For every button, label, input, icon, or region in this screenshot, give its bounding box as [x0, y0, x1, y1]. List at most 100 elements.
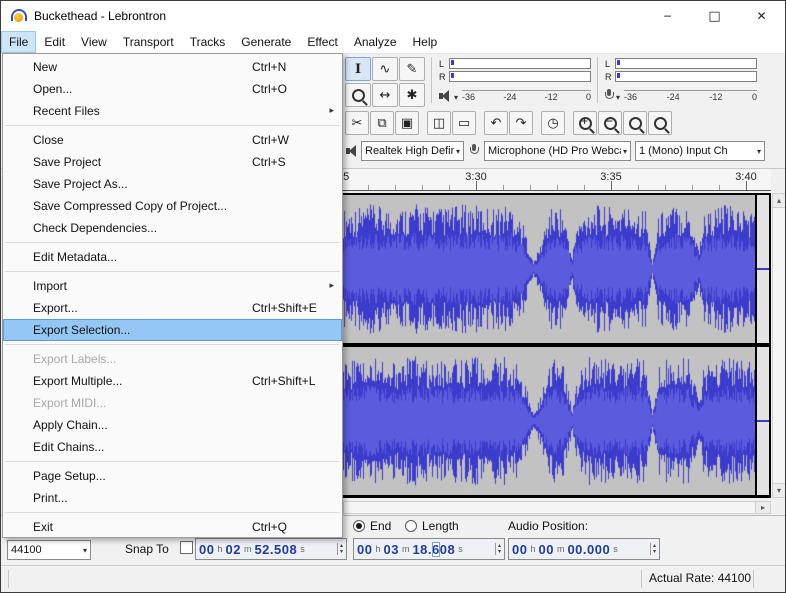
length-radio[interactable]	[405, 520, 417, 532]
paste-button[interactable]: ▣	[395, 111, 419, 135]
waveform-flat-line	[757, 420, 769, 422]
menu-item-check-dependencies[interactable]: Check Dependencies...	[3, 217, 342, 239]
menu-effect[interactable]: Effect	[299, 31, 345, 53]
selection-start-field[interactable]: 00h02m52.508s ▴▾	[195, 538, 347, 560]
menu-item-recent-files[interactable]: Recent Files▸	[3, 100, 342, 122]
waveform-channel-left[interactable]	[343, 195, 755, 343]
menu-item-close[interactable]: CloseCtrl+W	[3, 129, 342, 151]
waveform-channel-right[interactable]	[343, 347, 755, 495]
envelope-tool-button[interactable]: ∿	[372, 57, 398, 81]
toolbar-separator	[597, 57, 598, 103]
sync-lock-button[interactable]: ◷	[541, 111, 565, 135]
input-channels-select[interactable]: 1 (Mono) Input Ch▾	[635, 141, 765, 161]
menu-item-open[interactable]: Open...Ctrl+O	[3, 78, 342, 100]
input-device-select[interactable]: Microphone (HD Pro Webcam C▾	[484, 141, 631, 161]
menu-tracks[interactable]: Tracks	[182, 31, 234, 53]
track-right-border	[769, 193, 771, 498]
timeline-ruler[interactable]: 25 3:30 3:35 3:40	[343, 169, 771, 191]
recording-meter[interactable]: L R ▾ -36-24-120	[605, 57, 757, 103]
menu-generate[interactable]: Generate	[233, 31, 299, 53]
envelope-tool-icon: ∿	[380, 62, 391, 77]
copy-button[interactable]: ⧉	[370, 111, 394, 135]
scroll-up-button[interactable]: ▴	[773, 194, 785, 208]
maximize-button[interactable]: □	[691, 1, 738, 31]
timeshift-tool-button[interactable]: ↔	[372, 83, 398, 107]
menu-item-save-project[interactable]: Save ProjectCtrl+S	[3, 151, 342, 173]
menu-analyze[interactable]: Analyze	[346, 31, 405, 53]
end-radio[interactable]	[353, 520, 365, 532]
meter-scale: -36-24-120	[624, 90, 757, 102]
project-rate-select[interactable]: 44100▾	[7, 540, 91, 560]
selection-end-boundary[interactable]	[755, 193, 757, 498]
menu-help[interactable]: Help	[405, 31, 446, 53]
audio-position-field[interactable]: 00h00m00.000s ▴▾	[508, 538, 660, 560]
track-bottom-border	[343, 495, 771, 498]
menu-item-export-selection[interactable]: Export Selection...	[3, 319, 342, 341]
cut-button[interactable]: ✂	[345, 111, 369, 135]
waveform-unselected-left[interactable]	[757, 195, 769, 343]
menu-item-import[interactable]: Import▸	[3, 275, 342, 297]
app-icon	[10, 8, 26, 24]
scale-label: -12	[709, 92, 722, 102]
fit-selection-icon	[629, 117, 642, 130]
zoom-in-button[interactable]: +	[573, 111, 597, 135]
menu-item-edit-chains[interactable]: Edit Chains...	[3, 436, 342, 458]
horizontal-scrollbar[interactable]: ▸	[343, 501, 771, 514]
unit-h: h	[375, 544, 380, 554]
menu-transport[interactable]: Transport	[115, 31, 182, 53]
menu-view[interactable]: View	[73, 31, 115, 53]
menu-item-export[interactable]: Export...Ctrl+Shift+E	[3, 297, 342, 319]
spinner-down-icon[interactable]: ▾	[498, 549, 501, 555]
start-hours: 00	[199, 542, 214, 557]
menu-item-page-setup[interactable]: Page Setup...	[3, 465, 342, 487]
spinner[interactable]: ▴▾	[495, 543, 501, 555]
chevron-down-icon[interactable]: ▾	[454, 93, 458, 102]
menu-item-print[interactable]: Print...	[3, 487, 342, 509]
trim-audio-button[interactable]: ◫	[427, 111, 451, 135]
menu-item-edit-metadata[interactable]: Edit Metadata...	[3, 246, 342, 268]
output-device-select[interactable]: Realtek High Definit▾	[361, 141, 464, 161]
silence-audio-button[interactable]: ▭	[452, 111, 476, 135]
waveform-unselected-right[interactable]	[757, 347, 769, 495]
meter-scale: -36-24-120	[462, 90, 591, 102]
menu-item-save-project-as[interactable]: Save Project As...	[3, 173, 342, 195]
menu-item-export-multiple[interactable]: Export Multiple...Ctrl+Shift+L	[3, 370, 342, 392]
cut-icon: ✂	[352, 116, 363, 131]
spinner-down-icon[interactable]: ▾	[340, 549, 343, 555]
menu-item-save-compressed-copy[interactable]: Save Compressed Copy of Project...	[3, 195, 342, 217]
selection-end-field[interactable]: 00h03m18.608s ▴▾	[353, 538, 505, 560]
chevron-down-icon[interactable]: ▾	[616, 93, 620, 102]
spinner-down-icon[interactable]: ▾	[653, 549, 656, 555]
close-button[interactable]: ✕	[738, 1, 785, 31]
selection-tool-button[interactable]: I	[345, 57, 371, 81]
redo-button[interactable]: ↷	[509, 111, 533, 135]
scale-label: -24	[667, 92, 680, 102]
draw-tool-button[interactable]: ✎	[399, 57, 425, 81]
menu-item-apply-chain[interactable]: Apply Chain...	[3, 414, 342, 436]
playback-meter[interactable]: L R ▾ -36-24-120	[439, 57, 591, 103]
spinner[interactable]: ▴▾	[337, 543, 343, 555]
vertical-scrollbar[interactable]: ▴ ▾	[772, 193, 786, 498]
scroll-down-button[interactable]: ▾	[773, 483, 785, 497]
meter-channel-label: R	[439, 72, 449, 82]
menu-edit[interactable]: Edit	[36, 31, 73, 53]
snap-to-checkbox[interactable]	[180, 541, 193, 554]
scroll-right-button[interactable]: ▸	[755, 502, 770, 513]
menu-item-exit[interactable]: ExitCtrl+Q	[3, 516, 342, 538]
zoom-in-icon: +	[579, 117, 592, 130]
undo-button[interactable]: ↶	[484, 111, 508, 135]
menu-file[interactable]: File	[1, 31, 36, 53]
fit-selection-button[interactable]	[623, 111, 647, 135]
end-radio-label[interactable]: End	[370, 519, 391, 533]
waveform-flat-line	[757, 268, 769, 270]
menu-item-new[interactable]: NewCtrl+N	[3, 56, 342, 78]
speaker-icon	[439, 90, 452, 102]
length-radio-label[interactable]: Length	[422, 519, 459, 533]
spinner[interactable]: ▴▾	[650, 543, 656, 555]
end-seconds-post: 08	[440, 542, 455, 557]
zoom-out-button[interactable]: −	[598, 111, 622, 135]
zoom-tool-button[interactable]	[345, 83, 371, 107]
multi-tool-button[interactable]: ✱	[399, 83, 425, 107]
fit-project-button[interactable]	[648, 111, 672, 135]
minimize-button[interactable]: ─	[644, 1, 691, 31]
